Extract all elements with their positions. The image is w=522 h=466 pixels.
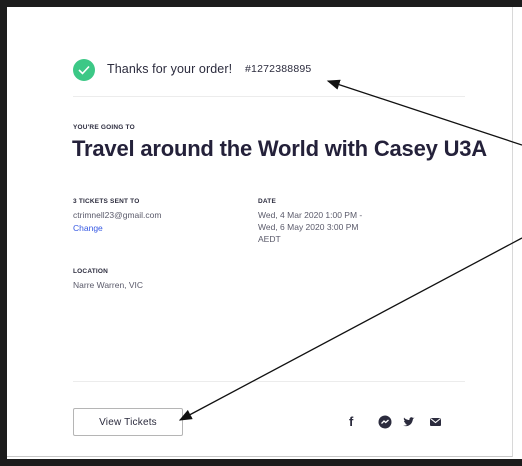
annotation-arrow-view-tickets [178, 237, 522, 421]
annotation-arrow-order [326, 79, 522, 146]
annotation-arrows [178, 79, 522, 421]
